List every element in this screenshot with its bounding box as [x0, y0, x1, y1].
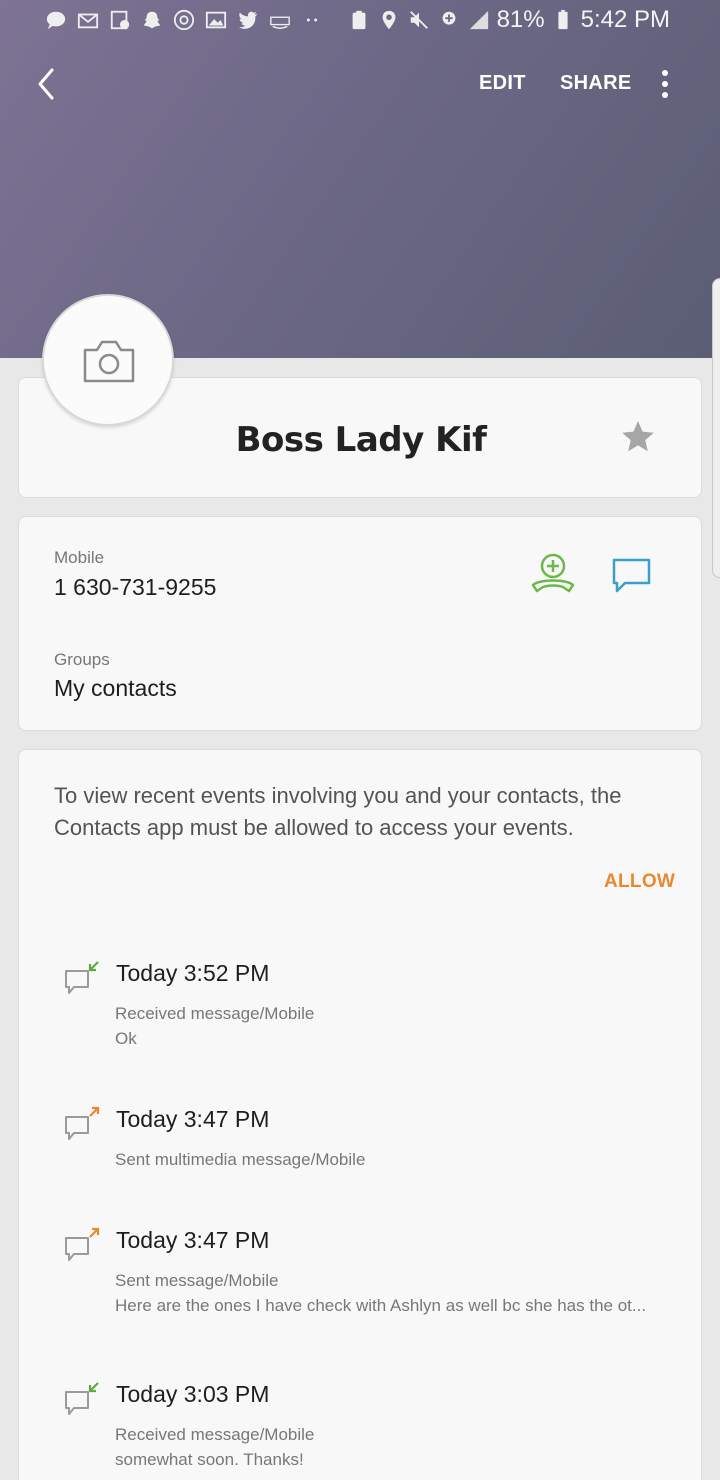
call-icon — [531, 553, 575, 593]
groups-label: Groups — [54, 650, 110, 669]
signal-icon — [467, 8, 491, 32]
more-options-icon — [662, 70, 668, 98]
back-arrow-icon — [38, 68, 54, 100]
allow-button[interactable]: ALLOW — [604, 871, 675, 893]
share-button[interactable]: SHARE — [560, 72, 632, 95]
at-sign-notification-icon — [172, 8, 196, 32]
event-body: Here are the ones I have check with Ashl… — [115, 1296, 647, 1315]
event-type: Sent message/Mobile — [115, 1271, 279, 1290]
location-icon — [377, 8, 401, 32]
more-notifications-icon — [300, 8, 324, 32]
message-sent-icon — [65, 1106, 100, 1140]
snapchat-notification-icon — [140, 8, 164, 32]
groups-value[interactable]: My contacts — [54, 675, 177, 702]
clock: 5:42 PM — [580, 6, 670, 33]
message-received-icon — [65, 1382, 99, 1415]
data-saver-icon — [437, 8, 461, 32]
call-button[interactable] — [527, 549, 579, 601]
twitter-notification-icon — [236, 8, 260, 32]
contact-photo-button[interactable] — [42, 294, 174, 426]
calendar-notification-icon — [108, 8, 132, 32]
event-body: somewhat soon. Thanks! — [115, 1450, 304, 1469]
event-time: Today 3:47 PM — [116, 1106, 270, 1132]
mobile-label: Mobile — [54, 548, 105, 567]
event-type: Received message/Mobile — [115, 1004, 315, 1023]
battery-icon — [551, 8, 575, 32]
app-bar: EDIT SHARE — [0, 56, 720, 112]
contact-info-card: Mobile 1 630-731-9255 Groups My contacts — [18, 516, 702, 731]
back-button[interactable] — [28, 64, 68, 104]
event-time: Today 3:03 PM — [116, 1381, 270, 1407]
event-item[interactable]: Today 3:47 PM Sent multimedia message/Mo… — [19, 1106, 703, 1186]
event-type: Sent multimedia message/Mobile — [115, 1150, 366, 1169]
favorite-button[interactable] — [619, 418, 657, 456]
event-item[interactable]: Today 3:47 PM Sent message/Mobile Here a… — [19, 1227, 703, 1327]
camera-icon — [83, 340, 135, 383]
event-time: Today 3:47 PM — [116, 1227, 270, 1253]
system-indicators: 81% 5:42 PM — [347, 6, 670, 34]
status-bar: 81% 5:42 PM — [0, 0, 720, 44]
contact-name: Boss Lady Kif — [235, 420, 487, 460]
more-options-button[interactable] — [652, 68, 678, 102]
message-button[interactable] — [609, 553, 655, 599]
message-received-icon — [65, 961, 99, 994]
edit-button[interactable]: EDIT — [479, 72, 526, 95]
gallery-notification-icon — [204, 8, 228, 32]
event-item[interactable]: Today 3:03 PM Received message/Mobile so… — [19, 1381, 703, 1480]
star-icon — [622, 421, 654, 452]
edge-panel-handle[interactable] — [712, 278, 720, 578]
chat-notification-icon — [44, 8, 68, 32]
event-type: Received message/Mobile — [115, 1425, 315, 1444]
mobile-number[interactable]: 1 630-731-9255 — [54, 574, 216, 601]
amazon-notification-icon — [268, 8, 292, 32]
mail-notification-icon — [76, 8, 100, 32]
message-sent-icon — [65, 1227, 100, 1261]
permission-message: To view recent events involving you and … — [54, 783, 622, 840]
mute-icon — [407, 8, 431, 32]
message-icon — [612, 558, 651, 593]
event-body: Ok — [115, 1029, 137, 1048]
event-time: Today 3:52 PM — [116, 960, 270, 986]
battery-percent: 81% — [496, 6, 545, 33]
notification-icons — [44, 8, 324, 32]
clipboard-icon — [347, 8, 371, 32]
events-card: To view recent events involving you and … — [18, 749, 702, 1480]
event-item[interactable]: Today 3:52 PM Received message/Mobile Ok — [19, 960, 703, 1060]
